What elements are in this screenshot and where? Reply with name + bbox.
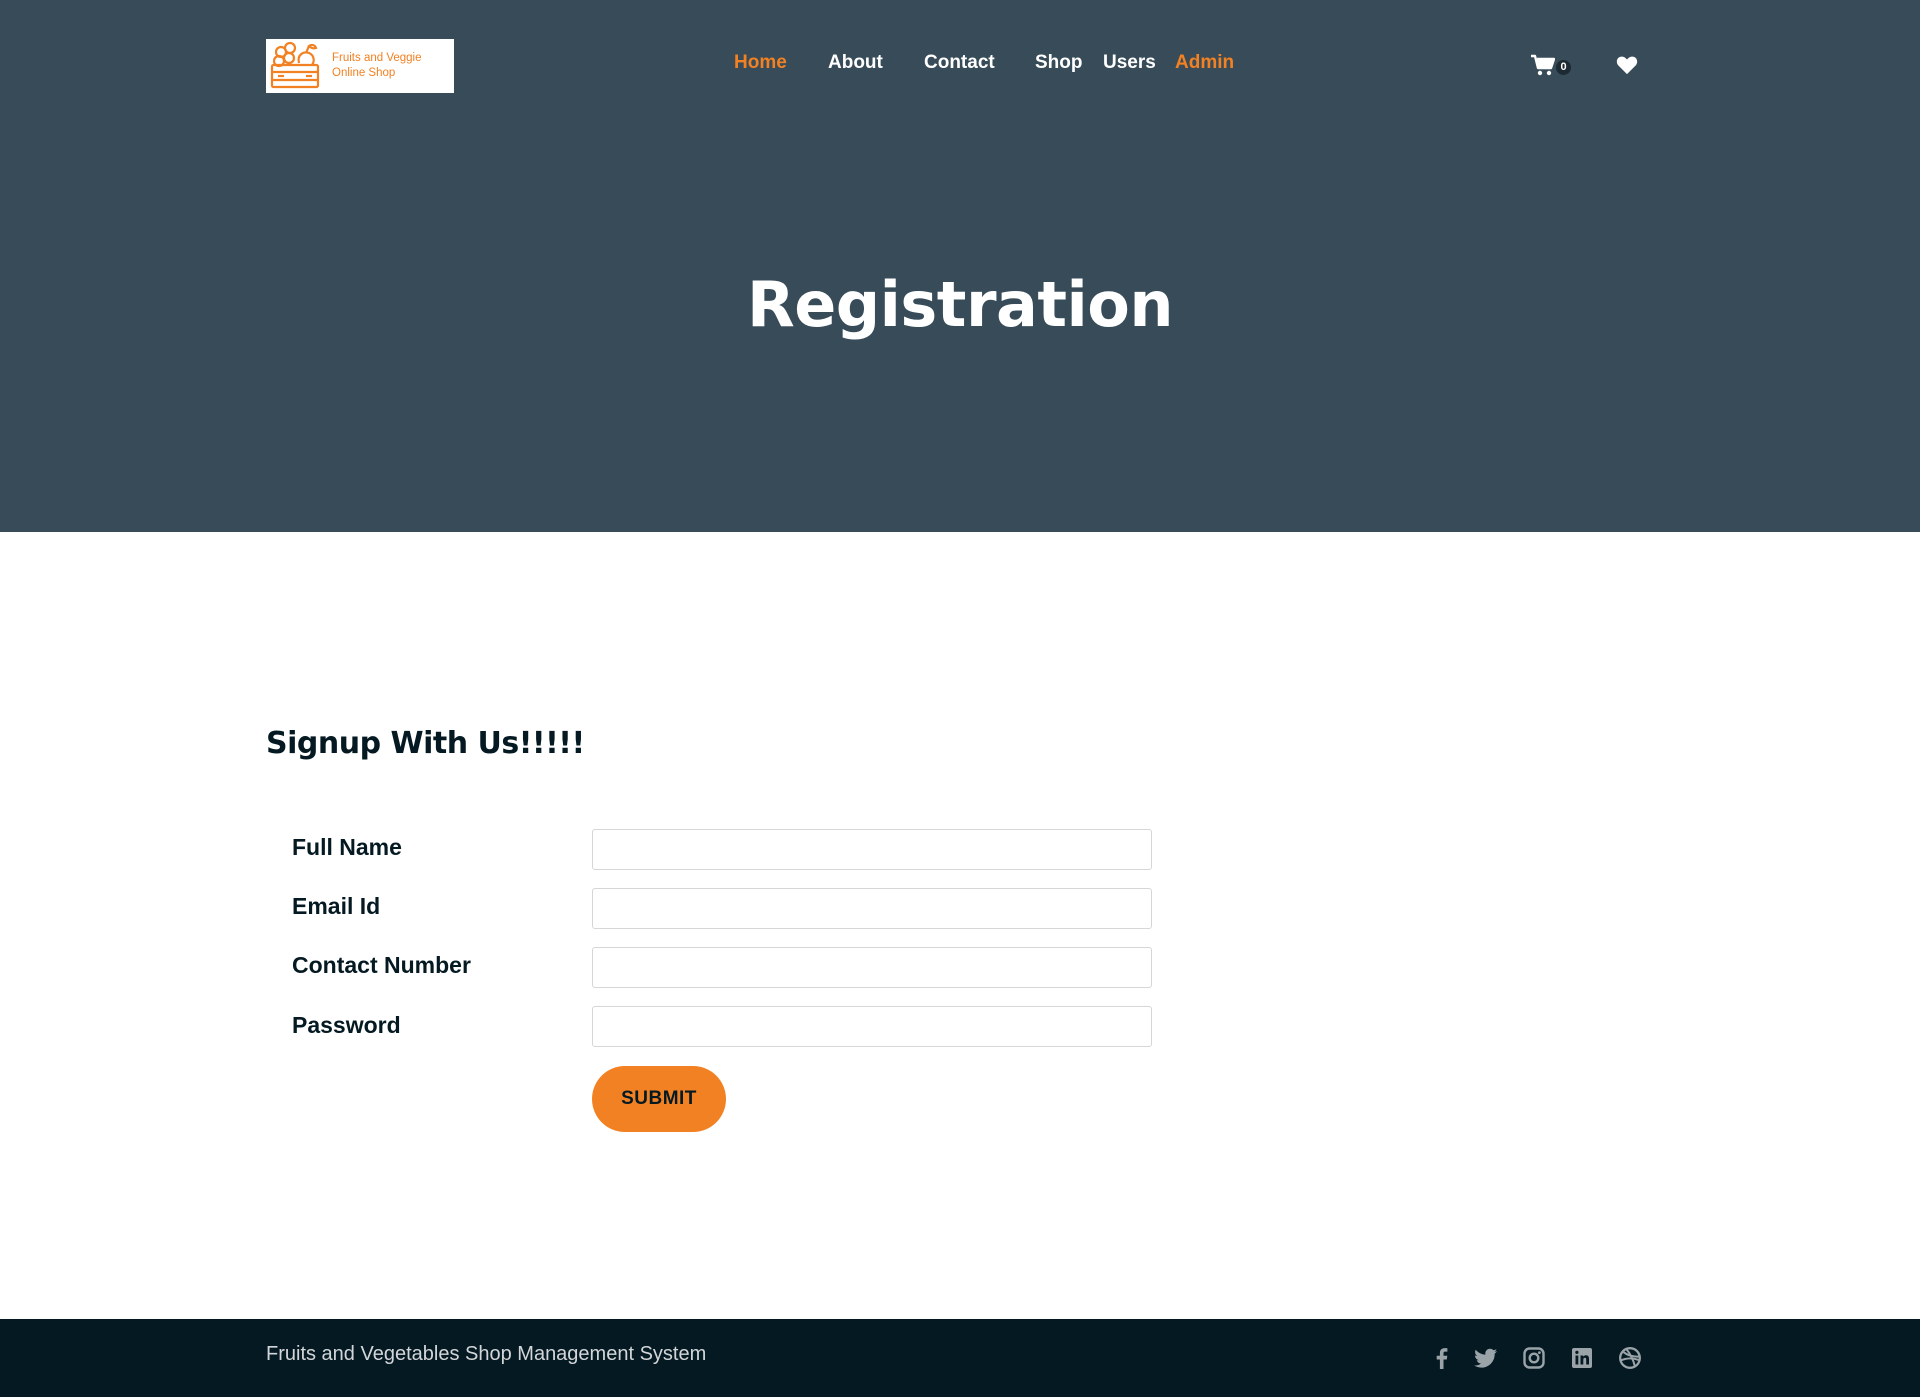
nav-shop[interactable]: Shop	[1035, 52, 1083, 74]
site-footer: Fruits and Vegetables Shop Management Sy…	[0, 1319, 1920, 1397]
email-label: Email Id	[292, 893, 381, 919]
site-logo[interactable]: Fruits and Veggie Online Shop	[266, 39, 454, 93]
fruit-crate-icon	[270, 41, 320, 89]
logo-text: Fruits and Veggie Online Shop	[332, 51, 422, 81]
shopping-cart-icon	[1531, 54, 1555, 76]
footer-text: Fruits and Vegetables Shop Management Sy…	[266, 1343, 707, 1365]
nav-admin[interactable]: Admin	[1175, 52, 1234, 74]
page-title: Registration	[746, 268, 1174, 341]
password-input[interactable]	[592, 1006, 1152, 1047]
cart-button[interactable]: 0	[1531, 54, 1571, 80]
site-header: Fruits and Veggie Online Shop Home About…	[0, 0, 1920, 532]
form-heading: Signup With Us!!!!!	[266, 726, 585, 761]
password-label: Password	[292, 1012, 401, 1038]
full-name-label: Full Name	[292, 834, 402, 860]
nav-home[interactable]: Home	[734, 52, 787, 74]
heart-icon[interactable]	[1616, 55, 1638, 75]
instagram-icon[interactable]	[1522, 1346, 1546, 1370]
contact-number-input[interactable]	[592, 947, 1152, 988]
linkedin-icon[interactable]	[1570, 1346, 1594, 1370]
nav-users[interactable]: Users	[1103, 52, 1156, 74]
cart-count-badge: 0	[1556, 60, 1571, 75]
facebook-icon[interactable]	[1430, 1346, 1454, 1370]
full-name-input[interactable]	[592, 829, 1152, 870]
contact-number-label: Contact Number	[292, 952, 471, 978]
twitter-icon[interactable]	[1474, 1346, 1498, 1370]
logo-line-2: Online Shop	[332, 67, 396, 79]
nav-about[interactable]: About	[828, 52, 883, 74]
submit-button[interactable]: SUBMIT	[592, 1066, 726, 1132]
nav-contact[interactable]: Contact	[924, 52, 995, 74]
email-input[interactable]	[592, 888, 1152, 929]
dribbble-icon[interactable]	[1618, 1346, 1642, 1370]
logo-line-1: Fruits and Veggie	[332, 52, 422, 64]
